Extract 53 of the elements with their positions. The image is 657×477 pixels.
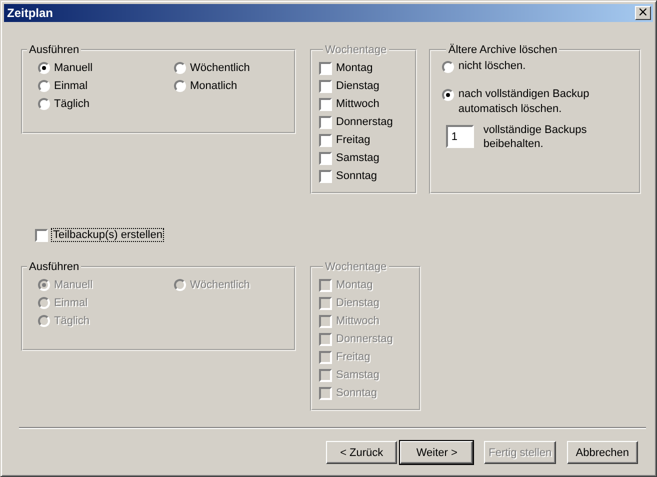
radio-button[interactable] <box>38 98 50 110</box>
checkbox-label: Montag <box>336 279 373 291</box>
radio-label: Monatlich <box>190 80 238 92</box>
radio-label: Täglich <box>54 98 90 110</box>
checkbox[interactable] <box>319 80 332 92</box>
checkbox-label: Sonntag <box>336 170 377 182</box>
checkbox-label: Freitag <box>336 351 370 363</box>
dialog-button[interactable]: < Zurück <box>326 441 398 464</box>
radio-button[interactable] <box>442 61 454 73</box>
radio-button[interactable] <box>442 89 454 101</box>
group-title: Wochentage <box>324 261 388 273</box>
radio-label: Manuell <box>54 279 93 291</box>
checkbox-label: Dienstag <box>336 80 380 92</box>
checkbox-label: Donnerstag <box>336 333 393 345</box>
checkbox[interactable] <box>319 116 332 128</box>
input-field[interactable]: 1 <box>446 125 474 148</box>
radio-label: Wöchentlich <box>190 62 250 74</box>
radio-label: Täglich <box>54 315 90 327</box>
group-title: Ältere Archive löschen <box>447 44 558 56</box>
checkbox-label: Freitag <box>336 134 370 146</box>
radio-label: Wöchentlich <box>190 279 250 291</box>
radio-button[interactable] <box>174 80 186 92</box>
radio-label: Einmal <box>54 80 88 92</box>
radio-label: Manuell <box>54 62 93 74</box>
checkbox-label: Montag <box>336 62 373 74</box>
group-title: Wochentage <box>324 44 388 56</box>
checkbox[interactable] <box>319 152 332 164</box>
radio-label: nicht löschen. <box>458 59 527 74</box>
checkbox-label: Donnerstag <box>336 116 393 128</box>
checkbox-label: Mittwoch <box>336 98 380 110</box>
radio-button[interactable] <box>38 62 50 74</box>
dialog-button[interactable]: Weiter > <box>400 441 474 464</box>
radio-button[interactable] <box>38 80 50 92</box>
radio-label: nach vollständigen Backup automatisch löschen. <box>458 87 590 117</box>
checkbox-label: Dienstag <box>336 297 380 309</box>
checkbox-label: Teilbackup(s) erstellen <box>51 228 164 242</box>
checkbox[interactable] <box>319 134 332 146</box>
checkbox[interactable] <box>319 170 332 182</box>
radio-label: Einmal <box>54 297 88 309</box>
group-title: Ausführen <box>28 44 80 56</box>
checkbox[interactable] <box>319 98 332 110</box>
checkbox[interactable] <box>35 228 48 242</box>
checkbox[interactable] <box>319 62 332 74</box>
radio-button[interactable] <box>174 62 186 74</box>
checkbox-label: Samstag <box>336 369 380 381</box>
checkbox-label: Sonntag <box>336 387 377 399</box>
field-label: vollständige Backups beibehalten. <box>483 123 588 151</box>
checkbox-label: Mittwoch <box>336 315 380 327</box>
window-title: Zeitplan <box>7 6 54 20</box>
dialog-button[interactable]: Abbrechen <box>566 441 638 464</box>
group-title: Ausführen <box>28 261 80 273</box>
close-button[interactable]: × <box>635 6 651 20</box>
checkbox-label: Samstag <box>336 152 380 164</box>
